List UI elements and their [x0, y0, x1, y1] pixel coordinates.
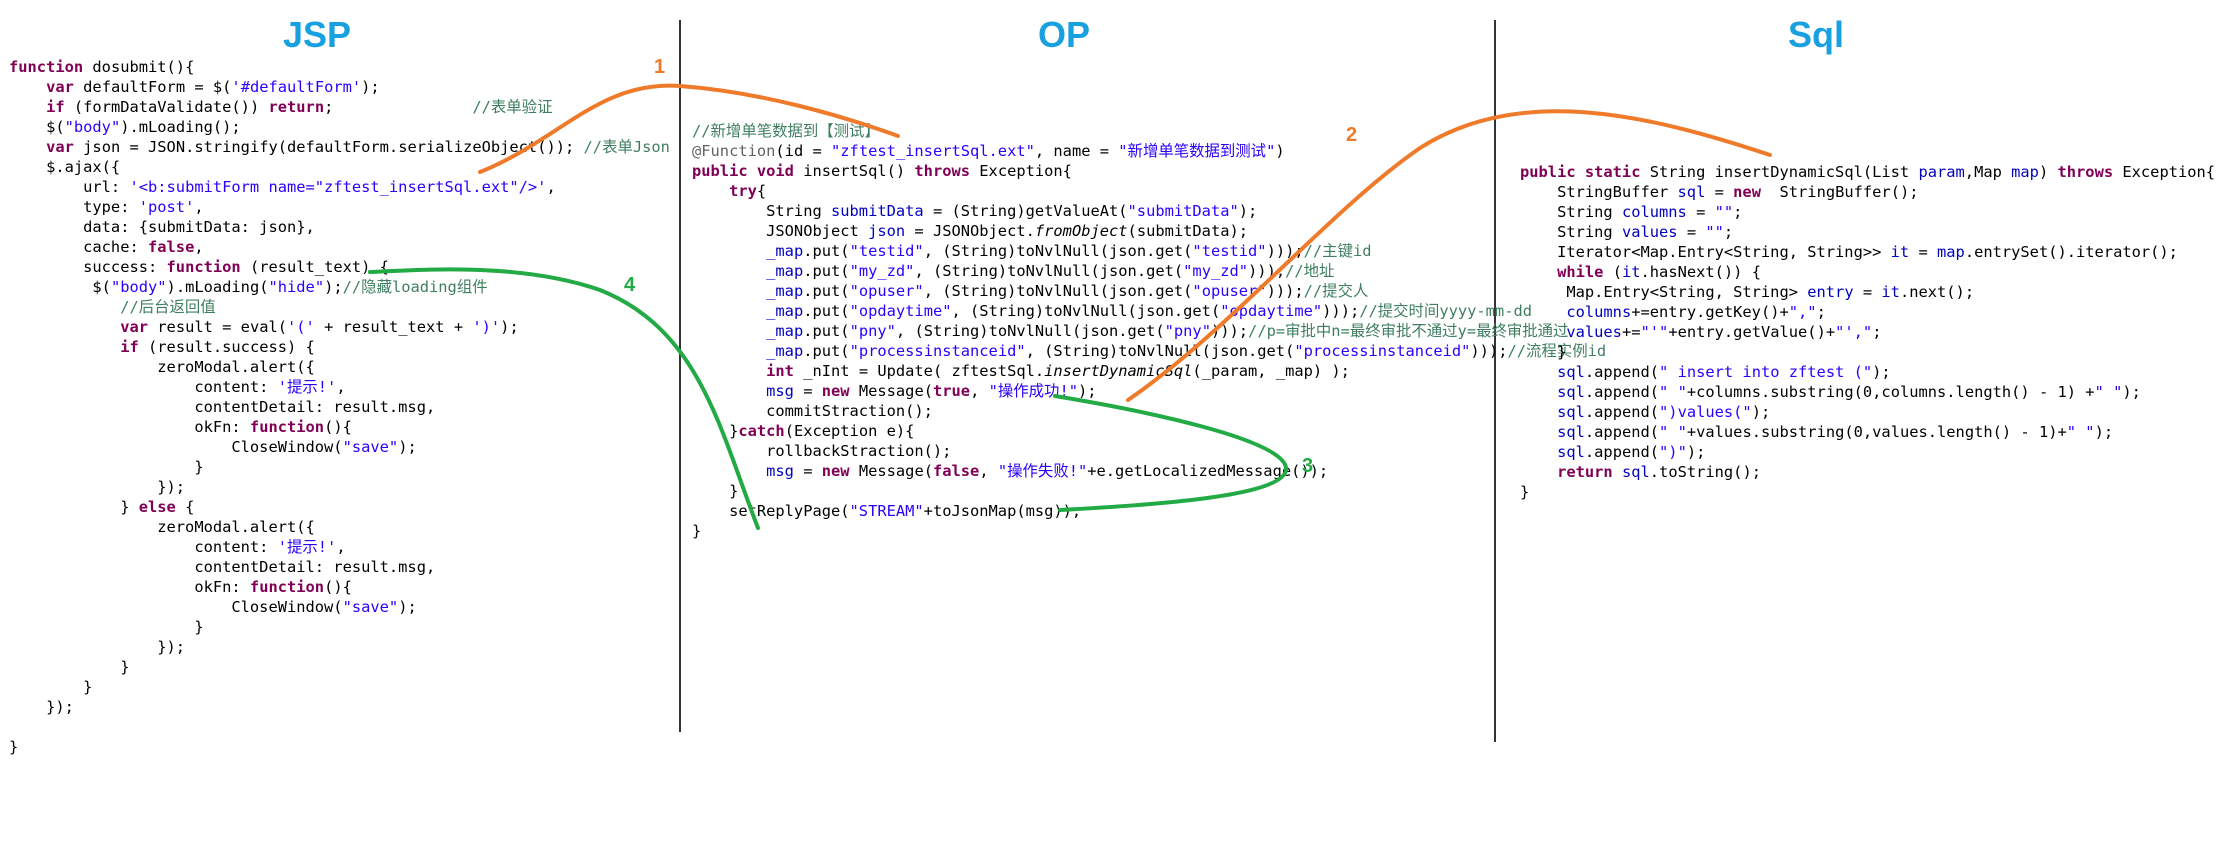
flow-line-2: [1126, 109, 1772, 402]
flow-line-4: [368, 267, 760, 530]
step-label-2: 2: [1346, 124, 1358, 146]
step-label-4: 4: [624, 274, 636, 296]
flow-arrows: [368, 83, 1772, 530]
step-label-3: 3: [1302, 455, 1314, 477]
flow-line-1: [478, 83, 900, 174]
flow-line-3: [1053, 394, 1288, 512]
step-label-1: 1: [654, 56, 666, 78]
